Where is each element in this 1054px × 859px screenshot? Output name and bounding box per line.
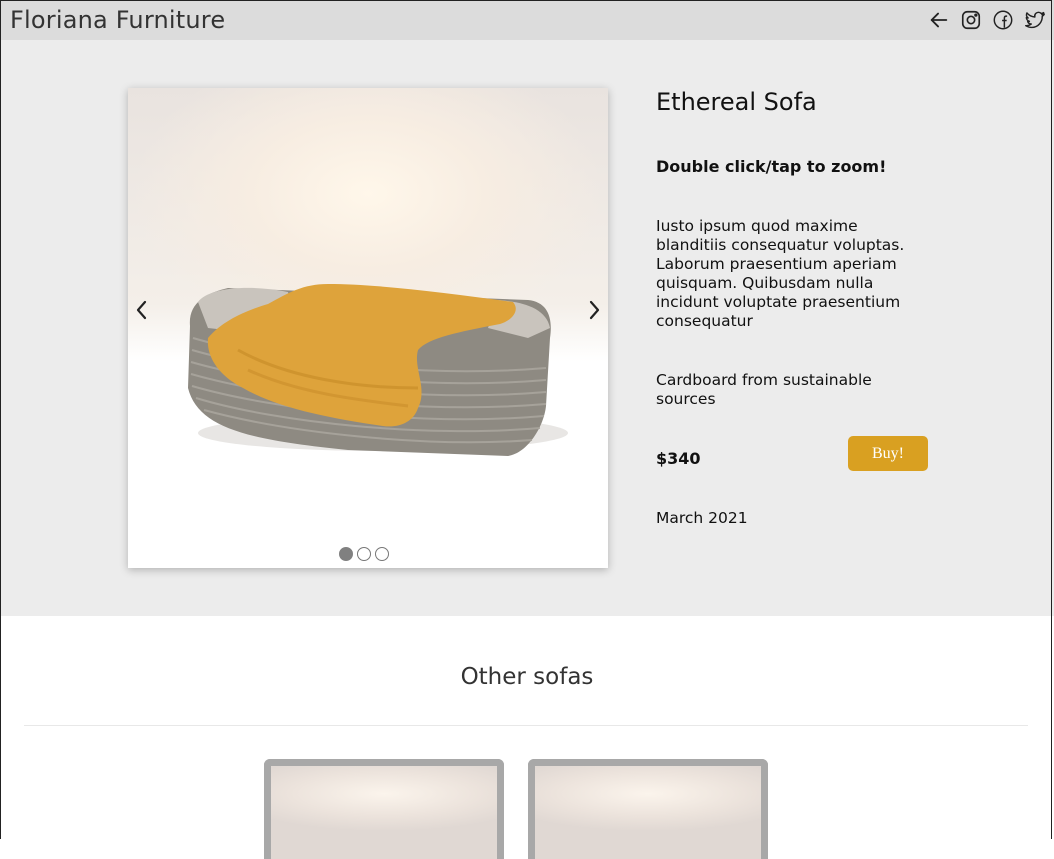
- sofa-thumbnail: [535, 766, 761, 859]
- instagram-icon[interactable]: [960, 9, 982, 31]
- zoom-hint: Double click/tap to zoom!: [656, 157, 887, 176]
- sofa-thumbnail: [271, 766, 497, 859]
- other-sofas-heading: Other sofas: [460, 664, 594, 690]
- section-divider: [24, 725, 1028, 726]
- product-price: $340: [656, 449, 701, 468]
- carousel-prev-arrow[interactable]: [130, 298, 154, 322]
- other-sofa-card[interactable]: [264, 759, 504, 859]
- facebook-icon[interactable]: [992, 9, 1014, 31]
- carousel-dot-1[interactable]: [339, 547, 353, 561]
- header-icons: [928, 9, 1046, 31]
- twitter-icon[interactable]: [1024, 9, 1046, 31]
- buy-button[interactable]: Buy!: [848, 436, 928, 471]
- back-arrow-icon[interactable]: [928, 9, 950, 31]
- product-description: Iusto ipsum quod maxime blanditiis conse…: [656, 217, 905, 330]
- carousel-dot-3[interactable]: [375, 547, 389, 561]
- carousel-next-arrow[interactable]: [582, 298, 606, 322]
- brand-title[interactable]: Floriana Furniture: [10, 6, 225, 34]
- product-image-carousel[interactable]: [128, 88, 608, 568]
- sofa-image[interactable]: [128, 88, 608, 568]
- product-date: March 2021: [656, 509, 748, 527]
- carousel-dot-2[interactable]: [357, 547, 371, 561]
- site-header: Floriana Furniture: [0, 0, 1054, 40]
- other-sofa-card[interactable]: [528, 759, 768, 859]
- carousel-indicators: [339, 547, 389, 561]
- product-material: Cardboard from sustainable sources: [656, 371, 872, 408]
- product-title: Ethereal Sofa: [656, 88, 817, 116]
